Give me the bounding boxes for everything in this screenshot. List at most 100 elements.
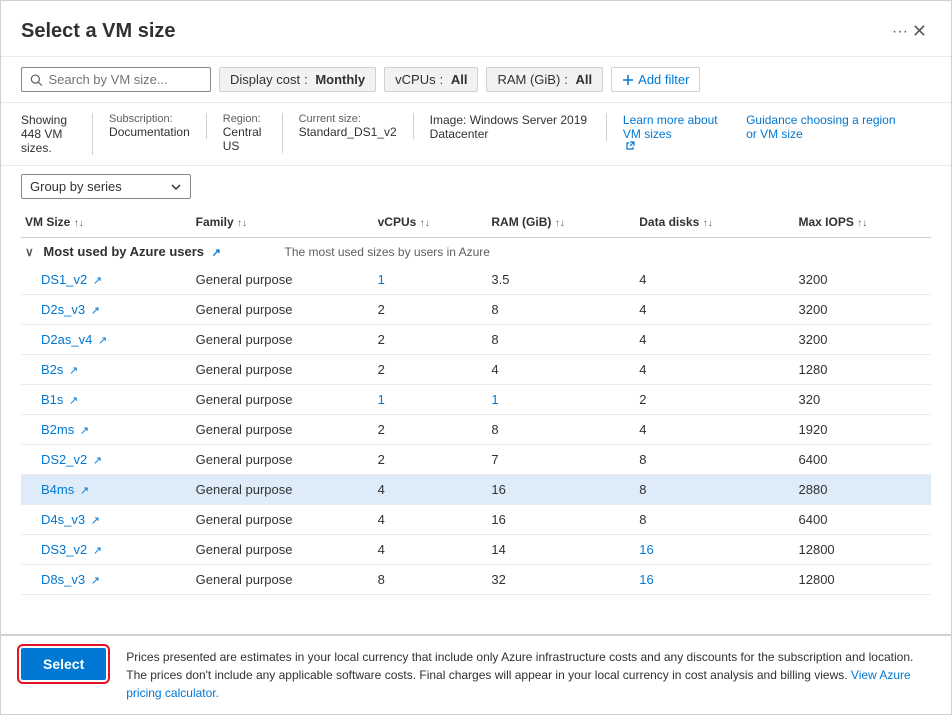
cell-disks: 8: [635, 475, 794, 505]
region-value: Central US: [223, 125, 266, 153]
subscription-label: Subscription:: [109, 113, 190, 125]
cell-ram: 8: [487, 325, 635, 355]
cell-disks: 4: [635, 265, 794, 295]
external-link-icon: [625, 141, 635, 151]
cell-vcpus: 1: [374, 265, 488, 295]
chevron-down-icon: [170, 181, 182, 193]
guidance-link[interactable]: Guidance choosing a region or VM size: [746, 113, 899, 141]
sort-icon-disks: ↑↓: [703, 218, 713, 229]
trending-icon: ↗: [91, 575, 100, 587]
cell-vmsize: B2ms ↗: [21, 415, 192, 445]
cell-iops: 6400: [795, 505, 932, 535]
table-row[interactable]: B2s ↗ General purpose 2 4 4 1280: [21, 355, 931, 385]
col-header-disks[interactable]: Data disks ↑↓: [635, 207, 794, 238]
cell-iops: 320: [795, 385, 932, 415]
trending-icon: ↗: [93, 275, 102, 287]
cell-iops: 3200: [795, 325, 932, 355]
trending-icon: ↗: [69, 395, 78, 407]
cell-vmsize: B4ms ↗: [21, 475, 192, 505]
table-row[interactable]: D2as_v4 ↗ General purpose 2 8 4 3200: [21, 325, 931, 355]
cell-ram: 14: [487, 535, 635, 565]
cell-family: General purpose: [192, 265, 374, 295]
dialog-header: Select a VM size ··· ✕: [1, 1, 951, 57]
info-bar: Showing448 VM sizes. Subscription: Docum…: [1, 103, 951, 166]
cell-family: General purpose: [192, 355, 374, 385]
cell-disks: 2: [635, 385, 794, 415]
cell-disks: 4: [635, 415, 794, 445]
cell-iops: 2880: [795, 475, 932, 505]
group-by-section: Group by series: [1, 166, 951, 207]
add-filter-label: Add filter: [638, 72, 689, 87]
table-container[interactable]: VM Size ↑↓ Family ↑↓ vCPUs ↑↓ RAM (GiB) …: [1, 207, 951, 634]
sort-icon-family: ↑↓: [237, 218, 247, 229]
table-row[interactable]: DS3_v2 ↗ General purpose 4 14 16 12800: [21, 535, 931, 565]
sort-icon-vcpus: ↑↓: [420, 218, 430, 229]
col-header-vmsize[interactable]: VM Size ↑↓: [21, 207, 192, 238]
table-row[interactable]: D2s_v3 ↗ General purpose 2 8 4 3200: [21, 295, 931, 325]
trending-icon: ↗: [91, 305, 100, 317]
cell-iops: 3200: [795, 265, 932, 295]
table-row[interactable]: B4ms ↗ General purpose 4 16 8 2880: [21, 475, 931, 505]
col-header-iops[interactable]: Max IOPS ↑↓: [795, 207, 932, 238]
cell-ram: 8: [487, 295, 635, 325]
table-row[interactable]: D4s_v3 ↗ General purpose 4 16 8 6400: [21, 505, 931, 535]
vm-table: VM Size ↑↓ Family ↑↓ vCPUs ↑↓ RAM (GiB) …: [21, 207, 931, 595]
cell-iops: 3200: [795, 295, 932, 325]
select-button[interactable]: Select: [21, 648, 106, 680]
group-by-select[interactable]: Group by series: [21, 174, 191, 199]
cell-vcpus: 1: [374, 385, 488, 415]
trending-icon: ↗: [93, 455, 102, 467]
group-row: ∨ Most used by Azure users ↗ The most us…: [21, 238, 931, 266]
cell-vcpus: 4: [374, 505, 488, 535]
learn-more-info: Learn more about VM sizes: [623, 113, 746, 151]
cell-vcpus: 2: [374, 355, 488, 385]
more-options-icon[interactable]: ···: [892, 23, 908, 41]
sort-icon-iops: ↑↓: [857, 218, 867, 229]
cell-ram: 16: [487, 475, 635, 505]
search-box[interactable]: [21, 67, 211, 92]
table-row[interactable]: D8s_v3 ↗ General purpose 8 32 16 12800: [21, 565, 931, 595]
cell-disks: 8: [635, 445, 794, 475]
cell-vmsize: DS3_v2 ↗: [21, 535, 192, 565]
image-value: Image: Windows Server 2019 Datacenter: [430, 113, 590, 141]
display-cost-filter[interactable]: Display cost : Monthly: [219, 67, 376, 92]
collapse-icon[interactable]: ∨: [25, 245, 34, 259]
cell-disks: 16: [635, 565, 794, 595]
col-header-family[interactable]: Family ↑↓: [192, 207, 374, 238]
add-filter-button[interactable]: Add filter: [611, 67, 700, 92]
cell-disks: 8: [635, 505, 794, 535]
trending-icon: ↗: [69, 365, 78, 377]
cell-family: General purpose: [192, 415, 374, 445]
learn-more-link[interactable]: Learn more about VM sizes: [623, 113, 730, 141]
cell-iops: 12800: [795, 535, 932, 565]
ram-filter[interactable]: RAM (GiB) : All: [486, 67, 603, 92]
vcpus-filter[interactable]: vCPUs : All: [384, 67, 478, 92]
search-input[interactable]: [49, 72, 203, 87]
cell-ram: 7: [487, 445, 635, 475]
cell-vmsize: B1s ↗: [21, 385, 192, 415]
table-row[interactable]: DS1_v2 ↗ General purpose 1 3.5 4 3200: [21, 265, 931, 295]
cell-iops: 1920: [795, 415, 932, 445]
close-button[interactable]: ✕: [908, 17, 931, 46]
cell-iops: 1280: [795, 355, 932, 385]
cell-vmsize: DS2_v2 ↗: [21, 445, 192, 475]
toolbar: Display cost : Monthly vCPUs : All RAM (…: [1, 57, 951, 103]
cell-vcpus: 4: [374, 475, 488, 505]
cell-vmsize: D8s_v3 ↗: [21, 565, 192, 595]
cell-vcpus: 2: [374, 445, 488, 475]
ram-label: RAM (GiB): [497, 72, 560, 87]
cell-vmsize: DS1_v2 ↗: [21, 265, 192, 295]
col-header-vcpus[interactable]: vCPUs ↑↓: [374, 207, 488, 238]
table-row[interactable]: B2ms ↗ General purpose 2 8 4 1920: [21, 415, 931, 445]
table-row[interactable]: DS2_v2 ↗ General purpose 2 7 8 6400: [21, 445, 931, 475]
current-size-value: Standard_DS1_v2: [299, 125, 397, 139]
trending-icon: ↗: [98, 335, 107, 347]
cell-vcpus: 8: [374, 565, 488, 595]
group-desc: The most used sizes by users in Azure: [285, 245, 490, 259]
guidance-info: Guidance choosing a region or VM size: [746, 113, 915, 141]
table-header: VM Size ↑↓ Family ↑↓ vCPUs ↑↓ RAM (GiB) …: [21, 207, 931, 238]
cell-family: General purpose: [192, 505, 374, 535]
table-row[interactable]: B1s ↗ General purpose 1 1 2 320: [21, 385, 931, 415]
trending-icon: ↗: [80, 485, 89, 497]
col-header-ram[interactable]: RAM (GiB) ↑↓: [487, 207, 635, 238]
